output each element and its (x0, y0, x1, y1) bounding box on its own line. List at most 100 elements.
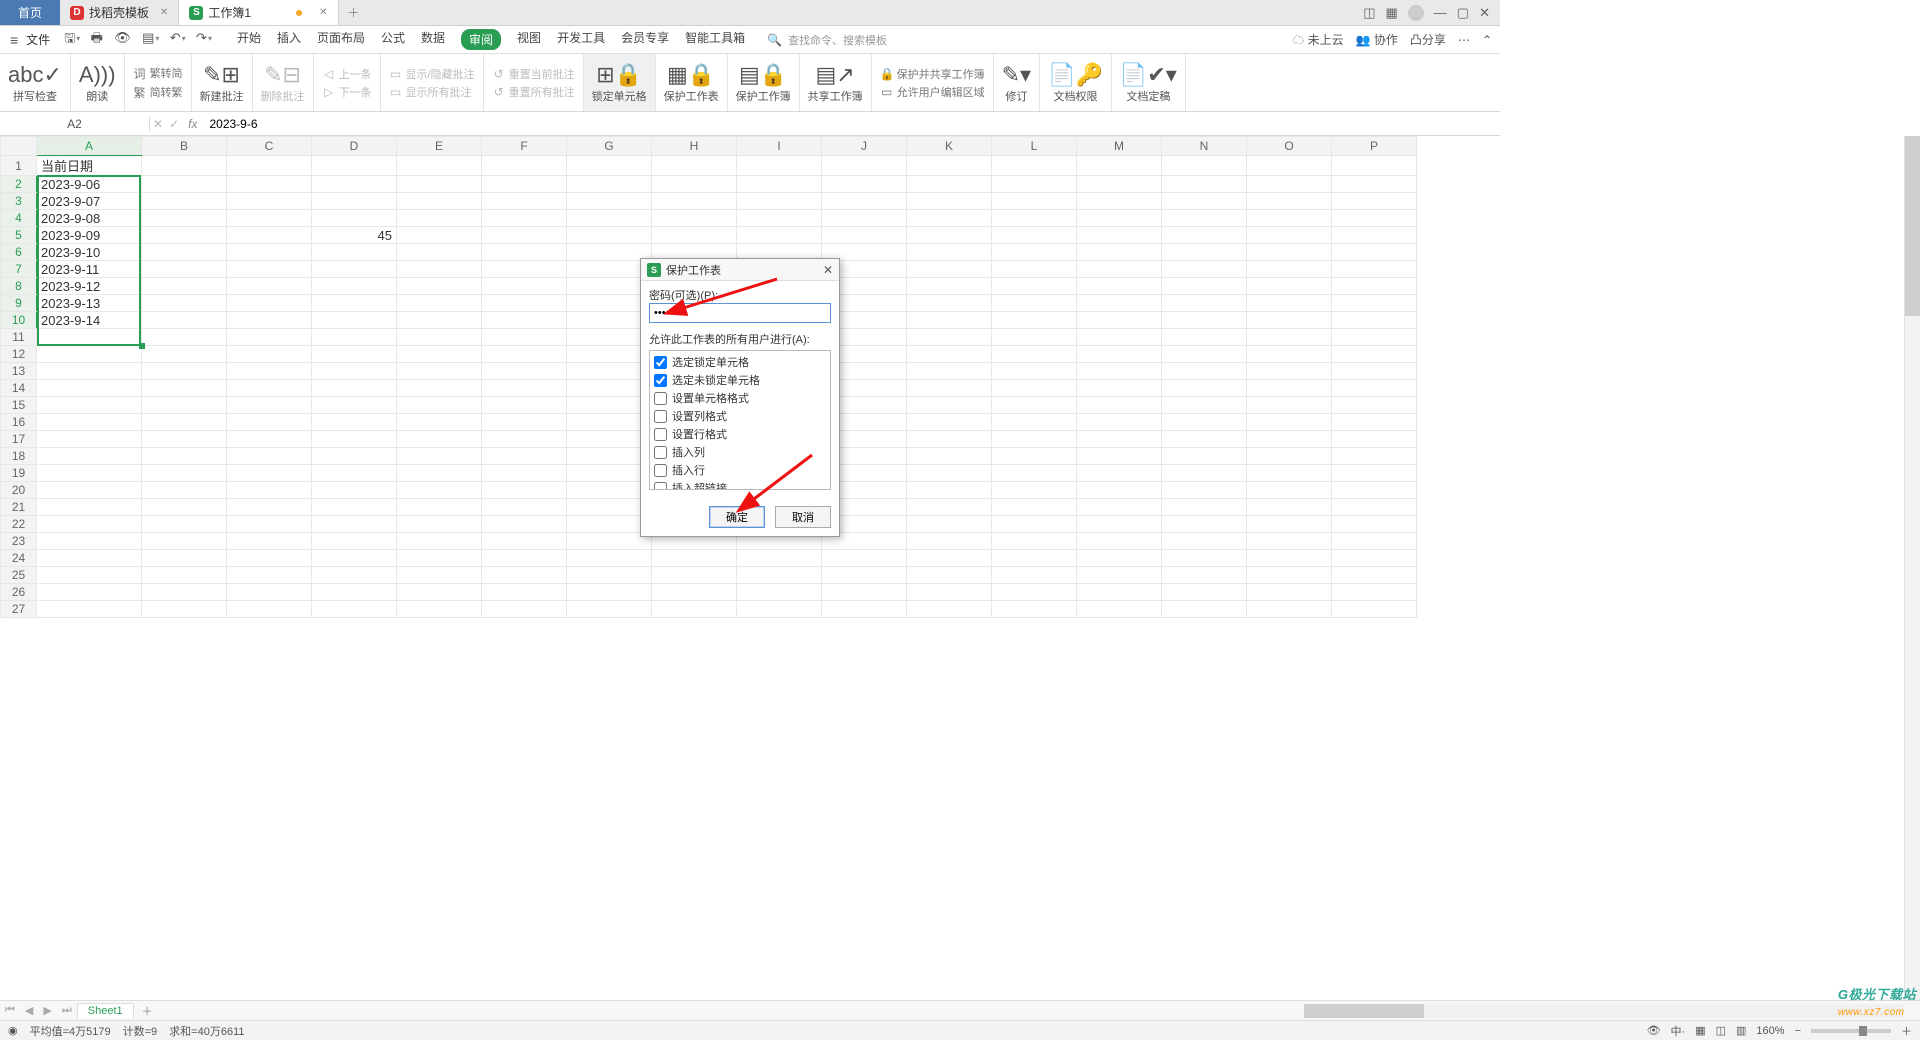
cell[interactable] (482, 295, 567, 312)
vertical-scrollbar[interactable] (1904, 136, 1920, 1004)
sheet-tab[interactable]: Sheet1 (77, 1003, 134, 1018)
cell[interactable] (567, 346, 652, 363)
cell[interactable] (142, 312, 227, 329)
cell[interactable] (397, 227, 482, 244)
cell[interactable] (227, 363, 312, 380)
cell[interactable] (567, 499, 652, 516)
cell[interactable] (312, 210, 397, 227)
cell[interactable] (482, 584, 567, 601)
cell[interactable] (482, 601, 567, 618)
cell[interactable] (312, 380, 397, 397)
permission-checkbox[interactable] (654, 374, 667, 387)
row-header[interactable]: 21 (1, 499, 37, 516)
cell[interactable] (907, 397, 992, 414)
name-box[interactable] (0, 117, 150, 131)
cell[interactable] (907, 516, 992, 533)
cell[interactable] (1247, 431, 1332, 448)
cell[interactable] (37, 414, 142, 431)
cell[interactable] (907, 227, 992, 244)
cell[interactable] (1077, 295, 1162, 312)
cell[interactable] (142, 278, 227, 295)
lock-cell-button[interactable]: ⊞🔒锁定单元格 (584, 54, 656, 111)
zoom-level[interactable]: 160% (1756, 1025, 1784, 1037)
cell[interactable] (652, 210, 737, 227)
row-header[interactable]: 27 (1, 601, 37, 618)
cell[interactable] (652, 156, 737, 176)
row-header[interactable]: 16 (1, 414, 37, 431)
layout-icon[interactable]: ◫ (1363, 5, 1375, 21)
permission-checkbox[interactable] (654, 410, 667, 423)
cell[interactable] (142, 295, 227, 312)
cell[interactable] (312, 550, 397, 567)
cell[interactable] (992, 414, 1077, 431)
cell[interactable] (992, 176, 1077, 193)
cell[interactable] (142, 363, 227, 380)
cell[interactable] (992, 431, 1077, 448)
cell[interactable] (907, 329, 992, 346)
cell[interactable] (397, 550, 482, 567)
cloud-status[interactable]: ☁ 未上云 (1292, 31, 1343, 48)
cell[interactable] (1077, 363, 1162, 380)
cell[interactable]: 2023-9-07 (37, 193, 142, 210)
cell[interactable] (1332, 176, 1417, 193)
cell[interactable] (1162, 329, 1247, 346)
cell[interactable] (482, 329, 567, 346)
cell[interactable] (482, 567, 567, 584)
cell[interactable] (1247, 210, 1332, 227)
cell[interactable] (482, 448, 567, 465)
cell[interactable] (1332, 482, 1417, 499)
cell[interactable] (1162, 227, 1247, 244)
cell[interactable] (142, 601, 227, 618)
cell[interactable] (397, 431, 482, 448)
cell[interactable] (142, 346, 227, 363)
cell[interactable] (1162, 533, 1247, 550)
zoom-slider[interactable] (1811, 1029, 1891, 1033)
view-normal-icon[interactable]: ▦ (1695, 1024, 1705, 1037)
cell[interactable] (142, 499, 227, 516)
permission-checkbox[interactable] (654, 482, 667, 491)
cell[interactable] (37, 397, 142, 414)
cell[interactable] (1162, 363, 1247, 380)
cell[interactable] (312, 533, 397, 550)
cell[interactable] (907, 156, 992, 176)
cell[interactable]: 2023-9-08 (37, 210, 142, 227)
cell[interactable] (482, 261, 567, 278)
cell[interactable] (1332, 465, 1417, 482)
cell[interactable] (142, 193, 227, 210)
cell[interactable] (1247, 176, 1332, 193)
cell[interactable] (1332, 414, 1417, 431)
cell[interactable] (907, 176, 992, 193)
cell[interactable] (1332, 244, 1417, 261)
cell[interactable] (992, 210, 1077, 227)
cell[interactable] (37, 584, 142, 601)
cell[interactable] (397, 601, 482, 618)
cell[interactable] (142, 156, 227, 176)
permission-listbox[interactable]: 选定锁定单元格选定未锁定单元格设置单元格格式设置列格式设置行格式插入列插入行插入… (649, 350, 831, 490)
cell[interactable] (312, 346, 397, 363)
cell[interactable] (907, 482, 992, 499)
menu-tab[interactable]: 页面布局 (317, 29, 365, 50)
cell[interactable] (1162, 176, 1247, 193)
cell[interactable] (992, 448, 1077, 465)
cell[interactable] (737, 156, 822, 176)
menu-tab[interactable]: 审阅 (461, 29, 501, 50)
cell[interactable] (37, 601, 142, 618)
cell[interactable] (1162, 448, 1247, 465)
permission-checkbox[interactable] (654, 356, 667, 369)
coop-button[interactable]: 👥 协作 (1356, 31, 1398, 48)
permission-item[interactable]: 插入列 (650, 443, 830, 461)
file-menu[interactable]: 文件 (26, 31, 50, 48)
cell[interactable] (992, 380, 1077, 397)
cell[interactable] (312, 397, 397, 414)
cell[interactable] (142, 431, 227, 448)
dialog-close-icon[interactable]: ✕ (823, 263, 833, 277)
row-header[interactable]: 5 (1, 227, 37, 244)
cell[interactable] (227, 414, 312, 431)
cell[interactable] (992, 584, 1077, 601)
minimize-icon[interactable]: — (1434, 5, 1447, 20)
row-header[interactable]: 7 (1, 261, 37, 278)
cell[interactable] (1077, 278, 1162, 295)
cell[interactable] (142, 227, 227, 244)
cell[interactable] (1247, 261, 1332, 278)
menu-tab[interactable]: 数据 (421, 29, 445, 50)
